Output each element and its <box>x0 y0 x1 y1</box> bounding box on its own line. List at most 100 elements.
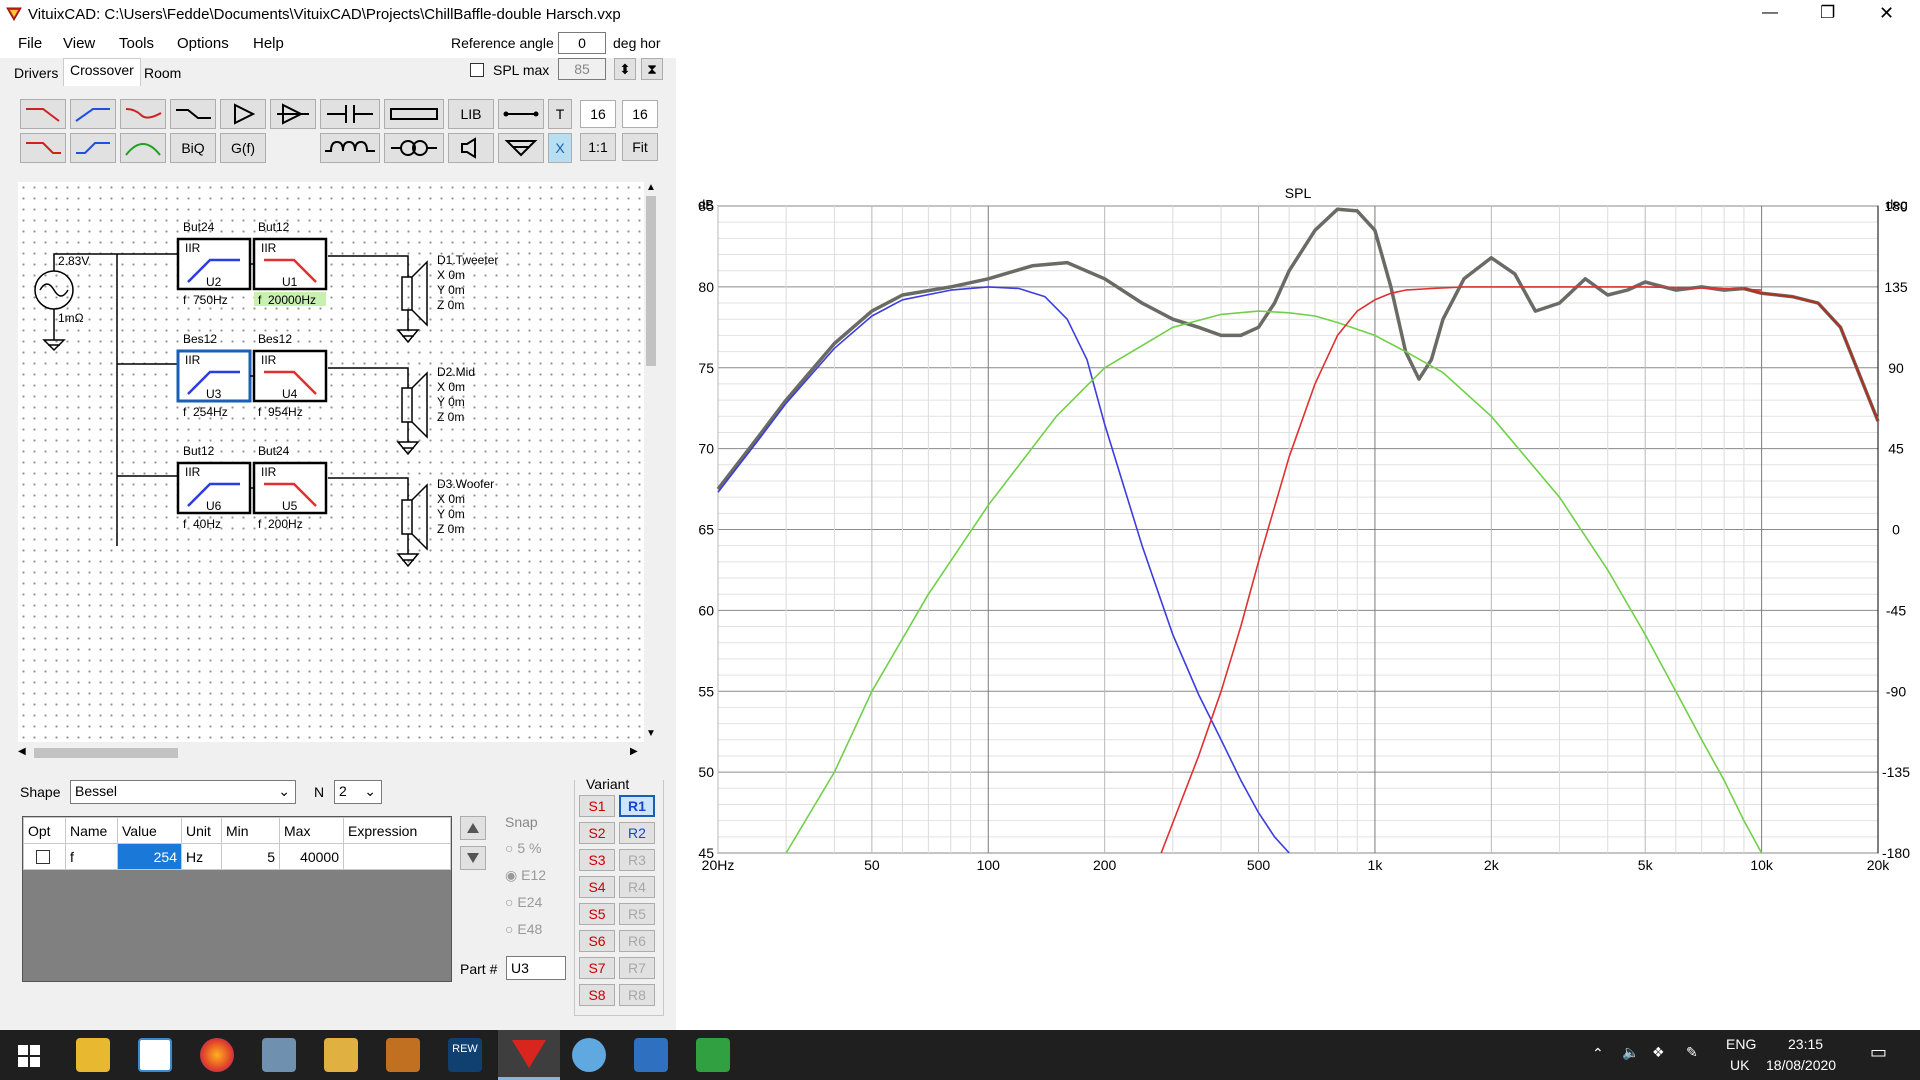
driver-d2[interactable]: D2.Mid X 0m Y 0m Z 0m <box>437 365 475 425</box>
variant-s6[interactable]: S6 <box>579 930 615 952</box>
biquad-button[interactable]: BiQ <box>170 133 216 163</box>
spl-chart[interactable]: SPLdB deg455055606570758085 18013590450-45… <box>676 30 1920 1030</box>
text-button[interactable]: T <box>548 99 572 129</box>
delete-button[interactable]: X <box>548 133 572 163</box>
zoom-1-1-button[interactable]: 1:1 <box>580 133 616 161</box>
variant-r3[interactable]: R3 <box>619 849 655 871</box>
clock-time[interactable]: 23:15 <box>1788 1036 1823 1052</box>
wire-button[interactable] <box>498 99 544 129</box>
window-app-icon[interactable] <box>138 1038 172 1072</box>
variant-s2[interactable]: S2 <box>579 822 615 844</box>
spl-expand-button[interactable]: ⧗ <box>641 58 663 80</box>
ground-button[interactable] <box>498 133 544 163</box>
schematic-horizontal-scrollbar[interactable]: ◀ ▶ <box>18 745 644 761</box>
gf-button[interactable]: G(f) <box>220 133 266 163</box>
buffer-button[interactable] <box>270 99 316 129</box>
snap-radio-e24[interactable]: ○ E24 <box>505 894 542 910</box>
rew-icon[interactable]: REW <box>448 1038 482 1072</box>
snap-radio-e48[interactable]: ○ E48 <box>505 921 542 937</box>
variant-r8[interactable]: R8 <box>619 984 655 1006</box>
opt-cell[interactable] <box>23 843 66 870</box>
menu-options[interactable]: Options <box>177 35 229 52</box>
highpass-button[interactable] <box>70 99 116 129</box>
scroll-right-icon[interactable]: ▶ <box>630 746 638 757</box>
variant-s3[interactable]: S3 <box>579 849 615 871</box>
variant-s5[interactable]: S5 <box>579 903 615 925</box>
language-eng[interactable]: ENG <box>1726 1036 1756 1052</box>
variant-r6[interactable]: R6 <box>619 930 655 952</box>
menu-view[interactable]: View <box>63 35 95 52</box>
tool-icon[interactable] <box>324 1038 358 1072</box>
driver-d3[interactable]: D3.Woofer X 0m Y 0m Z 0m <box>437 477 494 537</box>
parameter-grid[interactable]: Opt Name Value Unit Min Max Expression f… <box>22 816 452 982</box>
variant-s8[interactable]: S8 <box>579 984 615 1006</box>
variant-r1[interactable]: R1 <box>619 795 655 817</box>
computer-icon[interactable] <box>262 1038 296 1072</box>
dropbox-icon[interactable]: ❖ <box>1652 1044 1665 1061</box>
grid-x-field[interactable]: 16 <box>580 100 616 128</box>
taskbar-active-app[interactable] <box>498 1030 560 1080</box>
scroll-down-icon[interactable]: ▼ <box>646 728 656 739</box>
tab-drivers[interactable]: Drivers <box>8 62 64 86</box>
inductor-button[interactable] <box>320 133 380 163</box>
move-down-button[interactable] <box>460 846 486 870</box>
scroll-left-icon[interactable]: ◀ <box>18 746 26 757</box>
menu-tools[interactable]: Tools <box>119 35 154 52</box>
variant-r5[interactable]: R5 <box>619 903 655 925</box>
min-cell[interactable]: 5 <box>221 843 280 870</box>
highpass-alt-button[interactable] <box>70 133 116 163</box>
n-select[interactable]: 2 ⌄ <box>334 780 382 804</box>
menu-help[interactable]: Help <box>253 35 284 52</box>
bandpass-button[interactable] <box>120 133 166 163</box>
spl-max-checkbox[interactable] <box>470 63 484 77</box>
tab-room[interactable]: Room <box>138 62 187 86</box>
volume-icon[interactable]: 🔈 <box>1622 1044 1639 1061</box>
spl-max-input[interactable] <box>558 58 606 80</box>
lowpass-button[interactable] <box>20 99 66 129</box>
opt-checkbox[interactable] <box>36 849 50 864</box>
speaker-button[interactable] <box>448 133 494 163</box>
minimize-button[interactable]: — <box>1762 4 1778 22</box>
spl-up-down-button[interactable]: ⬍ <box>614 58 636 80</box>
grid-y-field[interactable]: 16 <box>622 100 658 128</box>
ref-angle-input[interactable] <box>558 32 606 54</box>
close-button[interactable]: ✕ <box>1879 3 1894 24</box>
schematic-vertical-scrollbar[interactable]: ▲ ▼ <box>644 182 658 742</box>
tab-crossover[interactable]: Crossover <box>63 58 141 86</box>
snap-radio-e12[interactable]: ◉ E12 <box>505 867 546 884</box>
pen-icon[interactable]: ✎ <box>1686 1044 1698 1061</box>
variant-r4[interactable]: R4 <box>619 876 655 898</box>
transformer-button[interactable] <box>384 133 444 163</box>
scroll-thumb[interactable] <box>646 196 656 366</box>
shelf-button[interactable] <box>170 99 216 129</box>
file-explorer-icon[interactable] <box>76 1038 110 1072</box>
maximize-button[interactable]: ❐ <box>1820 3 1835 23</box>
driver-d1[interactable]: D1.Tweeter X 0m Y 0m Z 0m <box>437 253 498 313</box>
shape-select[interactable]: Bessel ⌄ <box>70 780 296 804</box>
windows-start-icon[interactable] <box>18 1045 40 1067</box>
scroll-up-icon[interactable]: ▲ <box>646 182 656 193</box>
library-button[interactable]: LIB <box>448 99 494 129</box>
waveform-app-icon[interactable] <box>386 1038 420 1072</box>
move-up-button[interactable] <box>460 816 486 840</box>
part-input[interactable] <box>506 956 566 980</box>
schematic-canvas[interactable]: 2.83V 1mΩ But24 IIR U2 f 750Hz But12 IIR… <box>18 182 644 742</box>
max-cell[interactable]: 40000 <box>279 843 344 870</box>
resistor-button[interactable] <box>384 99 444 129</box>
variant-s7[interactable]: S7 <box>579 957 615 979</box>
snap-radio-5[interactable]: ○ 5 % <box>505 840 541 856</box>
menu-file[interactable]: File <box>18 35 42 52</box>
lowpass-alt-button[interactable] <box>20 133 66 163</box>
clock-date[interactable]: 18/08/2020 <box>1766 1057 1836 1073</box>
tray-chevron-up-icon[interactable]: ⌃ <box>1592 1045 1604 1062</box>
variant-s4[interactable]: S4 <box>579 876 615 898</box>
paint-icon[interactable] <box>572 1038 606 1072</box>
firefox-icon[interactable] <box>200 1038 234 1072</box>
variant-r2[interactable]: R2 <box>619 822 655 844</box>
expression-cell[interactable] <box>343 843 451 870</box>
notch-button[interactable] <box>120 99 166 129</box>
capacitor-button[interactable] <box>320 99 380 129</box>
fit-button[interactable]: Fit <box>622 133 658 161</box>
spreadsheet-icon[interactable] <box>696 1038 730 1072</box>
amplifier-button[interactable] <box>220 99 266 129</box>
